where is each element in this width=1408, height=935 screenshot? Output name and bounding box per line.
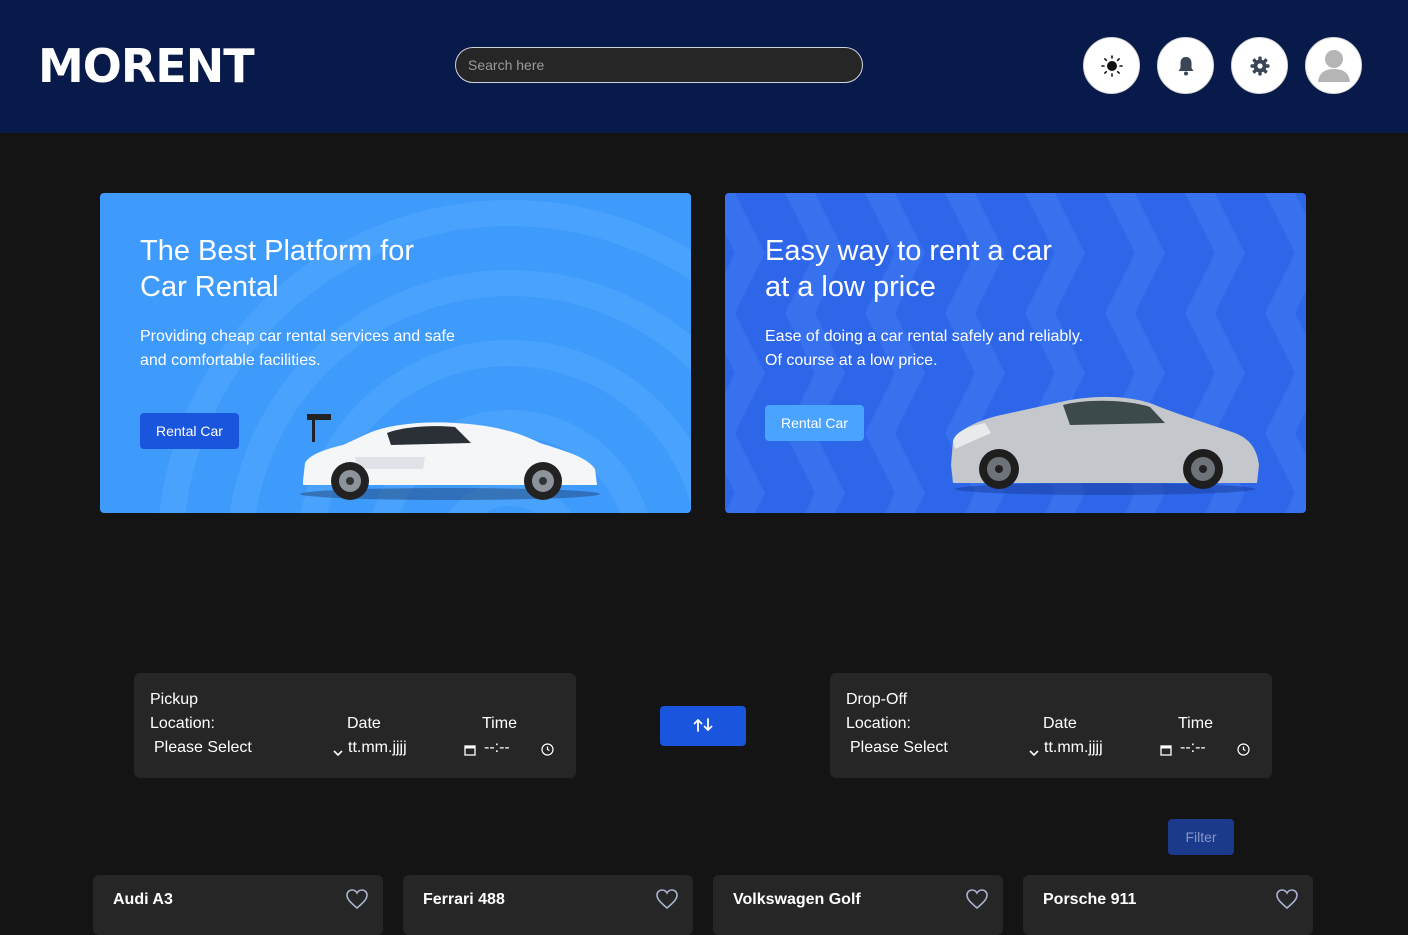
car-card[interactable]: Ferrari 488 — [403, 875, 693, 935]
dropoff-title: Drop-Off — [846, 691, 908, 708]
car-name: Ferrari 488 — [423, 891, 505, 908]
banner-title: Easy way to rent a car at a low price — [765, 235, 1052, 303]
pickup-time-input[interactable]: --:-- — [484, 739, 510, 757]
car-name: Volkswagen Golf — [733, 891, 861, 908]
settings-button[interactable] — [1231, 37, 1288, 94]
date-label: Date — [1043, 715, 1077, 732]
gear-icon — [1250, 56, 1270, 76]
theme-toggle-button[interactable] — [1083, 37, 1140, 94]
top-header: MORENT — [0, 0, 1408, 133]
clock-icon[interactable] — [1237, 743, 1250, 761]
dropoff-location-select[interactable]: Please Select — [850, 739, 948, 757]
dropoff-date-input[interactable]: tt.mm.jjjj — [1044, 739, 1103, 757]
banner-title: The Best Platform for Car Rental — [140, 235, 414, 303]
logo[interactable]: MORENT — [38, 40, 255, 92]
swap-vertical-icon — [692, 717, 714, 735]
banner-subtitle: Ease of doing a car rental safely and re… — [765, 328, 1084, 369]
promo-banner-easy-rent: Easy way to rent a car at a low price Eas… — [725, 193, 1306, 513]
car-name: Audi A3 — [113, 891, 173, 908]
user-profile-button[interactable] — [1305, 37, 1362, 94]
date-label: Date — [347, 715, 381, 732]
clock-icon[interactable] — [541, 743, 554, 761]
bell-icon — [1177, 56, 1195, 76]
time-label: Time — [1178, 715, 1213, 732]
car-card[interactable]: Porsche 911 — [1023, 875, 1313, 935]
time-label: Time — [482, 715, 517, 732]
car-card[interactable]: Volkswagen Golf — [713, 875, 1003, 935]
heart-icon[interactable] — [965, 888, 989, 915]
sun-icon — [1100, 54, 1123, 77]
filter-button[interactable]: Filter — [1168, 819, 1234, 855]
heart-icon[interactable] — [345, 888, 369, 915]
dropoff-panel: Drop-Off Location: Date Time Please Sele… — [830, 673, 1272, 778]
banner-subtitle: Providing cheap car rental services and … — [140, 328, 455, 369]
location-label: Location: — [846, 715, 911, 732]
promo-banner-platform: The Best Platform for Car Rental Providin… — [100, 193, 691, 513]
heart-icon[interactable] — [655, 888, 679, 915]
calendar-icon[interactable] — [464, 743, 476, 761]
chevron-down-icon[interactable] — [1029, 744, 1039, 762]
dropoff-time-input[interactable]: --:-- — [1180, 739, 1206, 757]
white-sports-car-image — [300, 414, 600, 500]
heart-icon[interactable] — [1275, 888, 1299, 915]
location-label: Location: — [150, 715, 215, 732]
car-card[interactable]: Audi A3 — [93, 875, 383, 935]
search-input[interactable] — [455, 47, 863, 83]
pickup-date-input[interactable]: tt.mm.jjjj — [348, 739, 407, 757]
calendar-icon[interactable] — [1160, 743, 1172, 761]
pickup-location-select[interactable]: Please Select — [154, 739, 252, 757]
pickup-panel: Pickup Location: Date Time Please Select… — [134, 673, 576, 778]
swap-locations-button[interactable] — [660, 706, 746, 746]
chevron-down-icon[interactable] — [333, 744, 343, 762]
pickup-title: Pickup — [150, 691, 199, 708]
rental-car-button[interactable]: Rental Car — [765, 405, 864, 441]
silver-sports-car-image — [951, 396, 1259, 495]
user-avatar-icon — [1306, 38, 1362, 94]
notifications-button[interactable] — [1157, 37, 1214, 94]
car-name: Porsche 911 — [1043, 891, 1137, 908]
rental-car-button[interactable]: Rental Car — [140, 413, 239, 449]
